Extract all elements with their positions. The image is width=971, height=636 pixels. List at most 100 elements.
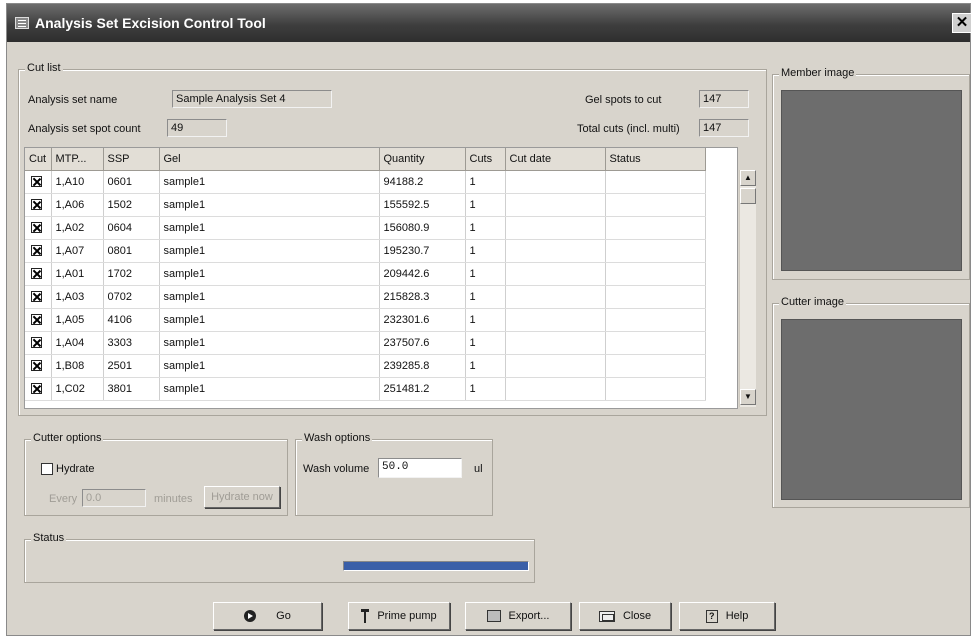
cut-checkbox[interactable]	[31, 314, 42, 326]
column-header-mtp[interactable]: MTP...	[51, 148, 104, 171]
hydrate-now-label: Hydrate now	[211, 491, 273, 503]
table-row[interactable]: 1,A01 1702 sample1 209442.6 1	[25, 262, 706, 286]
cut-cell	[25, 193, 52, 217]
table-row[interactable]: 1,A05 4106 sample1 232301.6 1	[25, 308, 706, 332]
mtp-cell: 1,A06	[51, 193, 104, 217]
cut-date-cell	[505, 377, 606, 401]
cut-date-cell	[505, 262, 606, 286]
cuts-cell: 1	[465, 170, 506, 194]
wash-volume-input[interactable]: 50.0	[378, 458, 462, 478]
ssp-cell: 0801	[103, 239, 160, 263]
table-row[interactable]: 1,C02 3801 sample1 251481.2 1	[25, 377, 706, 401]
cut-checkbox[interactable]	[31, 199, 42, 211]
ssp-cell: 2501	[103, 354, 160, 378]
go-icon	[244, 610, 257, 622]
column-header-gel[interactable]: Gel	[159, 148, 380, 171]
status-cell	[605, 239, 706, 263]
hydrate-label: Hydrate	[56, 463, 95, 475]
cuts-cell: 1	[465, 331, 506, 355]
close-window-icon	[598, 610, 615, 622]
table-row[interactable]: 1,B08 2501 sample1 239285.8 1	[25, 354, 706, 378]
table-row[interactable]: 1,A07 0801 sample1 195230.7 1	[25, 239, 706, 263]
quantity-cell: 155592.5	[379, 193, 466, 217]
table-row[interactable]: 1,A10 0601 sample1 94188.2 1	[25, 170, 706, 194]
gel-cell: sample1	[159, 331, 380, 355]
hydrate-checkbox[interactable]	[41, 463, 53, 475]
wash-volume-unit: ul	[474, 463, 483, 475]
cut-cell	[25, 285, 52, 309]
column-header-cut[interactable]: Cut	[25, 148, 52, 171]
cuts-cell: 1	[465, 216, 506, 240]
cut-cell	[25, 331, 52, 355]
mtp-cell: 1,A05	[51, 308, 104, 332]
mtp-cell: 1,B08	[51, 354, 104, 378]
help-button[interactable]: ? Help	[679, 602, 775, 630]
gel-cell: sample1	[159, 262, 380, 286]
scroll-thumb[interactable]	[740, 188, 756, 204]
member-image	[781, 90, 962, 271]
total-cuts-field: 147	[699, 119, 749, 137]
close-button[interactable]: Close	[579, 602, 671, 630]
cut-checkbox[interactable]	[31, 222, 42, 234]
mtp-cell: 1,A03	[51, 285, 104, 309]
cut-checkbox[interactable]	[31, 291, 42, 303]
mtp-cell: 1,A10	[51, 170, 104, 194]
cut-checkbox[interactable]	[31, 383, 42, 395]
total-cuts-label: Total cuts (incl. multi)	[577, 123, 680, 135]
table-row[interactable]: 1,A03 0702 sample1 215828.3 1	[25, 285, 706, 309]
pump-icon	[361, 609, 370, 623]
column-header-quantity[interactable]: Quantity	[379, 148, 466, 171]
close-icon[interactable]: ✕	[952, 13, 971, 33]
analysis-set-name-field: Sample Analysis Set 4	[172, 90, 332, 108]
quantity-cell: 195230.7	[379, 239, 466, 263]
cut-checkbox[interactable]	[31, 176, 42, 188]
cut-checkbox[interactable]	[31, 337, 42, 349]
cut-date-cell	[505, 170, 606, 194]
cuts-cell: 1	[465, 377, 506, 401]
status-cell	[605, 354, 706, 378]
wash-volume-label: Wash volume	[303, 463, 370, 475]
cut-date-cell	[505, 216, 606, 240]
every-minutes-field[interactable]: 0.0	[82, 489, 146, 507]
cut-list-table[interactable]: Cut MTP... SSP Gel Quantity Cuts Cut dat…	[24, 147, 738, 409]
cut-checkbox[interactable]	[31, 268, 42, 280]
go-label: Go	[276, 610, 291, 622]
gel-cell: sample1	[159, 377, 380, 401]
status-progress-fill	[344, 562, 528, 570]
ssp-cell: 0601	[103, 170, 160, 194]
cut-checkbox[interactable]	[31, 360, 42, 372]
cuts-cell: 1	[465, 285, 506, 309]
export-button[interactable]: Export...	[465, 602, 571, 630]
gel-cell: sample1	[159, 216, 380, 240]
table-header-row: Cut MTP... SSP Gel Quantity Cuts Cut dat…	[25, 148, 706, 171]
status-cell	[605, 377, 706, 401]
column-header-ssp[interactable]: SSP	[103, 148, 160, 171]
table-row[interactable]: 1,A04 3303 sample1 237507.6 1	[25, 331, 706, 355]
table-row[interactable]: 1,A02 0604 sample1 156080.9 1	[25, 216, 706, 240]
excision-control-window: Analysis Set Excision Control Tool ✕ Cut…	[6, 3, 971, 636]
mtp-cell: 1,A02	[51, 216, 104, 240]
export-icon	[486, 610, 501, 622]
scroll-down-icon[interactable]: ▼	[740, 389, 756, 405]
cut-cell	[25, 170, 52, 194]
table-scrollbar[interactable]: ▲ ▼	[739, 170, 756, 407]
prime-pump-button[interactable]: Prime pump	[348, 602, 450, 630]
gel-spots-label: Gel spots to cut	[585, 94, 662, 106]
table-row[interactable]: 1,A06 1502 sample1 155592.5 1	[25, 193, 706, 217]
column-header-cut-date[interactable]: Cut date	[505, 148, 606, 171]
close-label: Close	[622, 610, 652, 622]
export-label: Export...	[508, 610, 550, 622]
column-header-cuts[interactable]: Cuts	[465, 148, 506, 171]
cutter-options-legend: Cutter options	[31, 432, 104, 444]
scroll-up-icon[interactable]: ▲	[740, 170, 756, 186]
column-header-status[interactable]: Status	[605, 148, 706, 171]
status-cell	[605, 331, 706, 355]
cutter-image-legend: Cutter image	[779, 296, 846, 308]
status-cell	[605, 170, 706, 194]
cut-checkbox[interactable]	[31, 245, 42, 257]
status-cell	[605, 193, 706, 217]
title-bar[interactable]: Analysis Set Excision Control Tool ✕	[7, 4, 971, 42]
go-button[interactable]: Go	[213, 602, 322, 630]
status-progress-bar	[343, 561, 529, 571]
hydrate-now-button[interactable]: Hydrate now	[204, 486, 280, 508]
